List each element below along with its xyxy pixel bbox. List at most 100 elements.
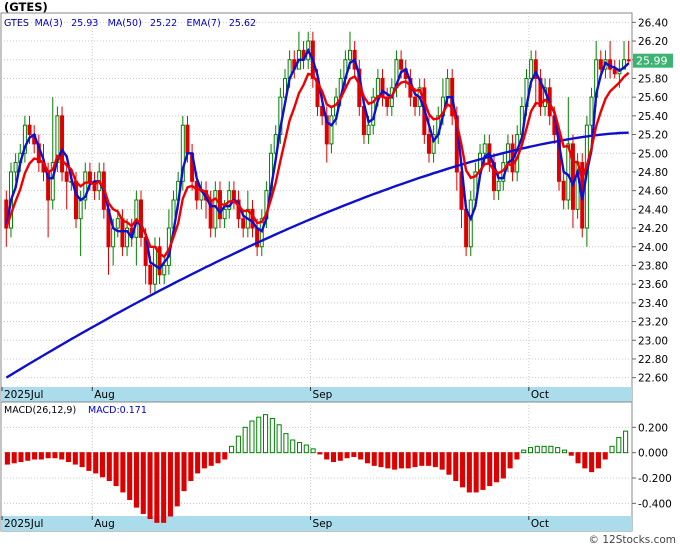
macd-bar-negative <box>11 452 17 464</box>
macd-bar-negative <box>161 452 167 523</box>
macd-bar-negative <box>473 452 479 493</box>
macd-bar-positive <box>623 430 629 454</box>
price-tick-label: 22.60 <box>638 373 668 385</box>
candle-body-up <box>482 143 487 154</box>
macd-bar-positive <box>256 416 262 454</box>
macd-bar-negative <box>378 452 384 468</box>
price-tick-label: 22.80 <box>638 354 668 366</box>
candle-body-up <box>445 77 450 98</box>
legend-item: EMA(7) <box>187 18 221 29</box>
macd-bar-negative <box>120 452 126 493</box>
price-tick-label: 25.80 <box>638 73 668 85</box>
macd-x-tick-label: Aug <box>94 518 115 530</box>
macd-bar-negative <box>222 452 228 460</box>
candle-body-down <box>185 124 190 154</box>
macd-bar-negative <box>147 452 153 520</box>
macd-bar-negative <box>602 452 608 460</box>
macd-bar-positive <box>296 442 303 454</box>
macd-bar-positive <box>276 424 282 454</box>
macd-tick-label: -0.400 <box>638 498 672 510</box>
macd-bar-negative <box>127 452 133 501</box>
ticker-label: (GTES) <box>4 0 48 14</box>
macd-bar-positive <box>561 449 567 454</box>
price-tick-label: 23.40 <box>638 298 668 310</box>
macd-bar-negative <box>351 452 357 457</box>
macd-bar-negative <box>500 452 506 479</box>
macd-bar-negative <box>453 452 459 482</box>
candle-body-up <box>111 227 116 248</box>
x-tick-label: Sep <box>313 389 333 401</box>
candle-body-down <box>241 218 246 229</box>
price-tick-label: 23.20 <box>638 317 668 329</box>
macd-bar-negative <box>188 452 194 482</box>
macd-bar-positive <box>609 445 615 454</box>
macd-bar-positive <box>616 436 622 454</box>
price-tick-label: 24.80 <box>638 167 668 179</box>
macd-bar-negative <box>18 452 24 463</box>
candle-body-down <box>148 264 153 285</box>
macd-bar-negative <box>487 452 493 487</box>
macd-bar-negative <box>446 452 452 475</box>
candle <box>60 106 65 182</box>
macd-bar-negative <box>86 452 92 471</box>
price-tick-label: 24.40 <box>638 204 668 216</box>
candle-body-up <box>468 199 473 248</box>
macd-bar-positive <box>242 426 248 454</box>
candle-body-up <box>529 59 534 79</box>
macd-bar-negative <box>385 452 391 469</box>
macd-bar-positive <box>249 420 255 454</box>
macd-bar-negative <box>493 452 500 483</box>
candle-body-up <box>348 49 353 61</box>
macd-bar-negative <box>215 452 221 464</box>
stock-chart: 26.4026.2026.0025.8025.6025.4025.2025.00… <box>0 0 680 546</box>
macd-bar-negative <box>38 452 44 460</box>
last-price-value: 25.99 <box>636 55 668 68</box>
price-tick-label: 26.20 <box>638 36 668 48</box>
candle-body-up <box>496 180 501 192</box>
price-panel: 26.4026.2026.0025.8025.6025.4025.2025.00… <box>0 12 673 403</box>
candle-body-up <box>375 77 380 98</box>
macd-bar-negative <box>45 452 51 459</box>
macd-bar-negative <box>66 452 72 463</box>
macd-value-label: MACD:0.171 <box>88 405 147 416</box>
price-tick-label: 25.20 <box>638 130 668 142</box>
candle-body-up <box>329 115 334 145</box>
macd-bar-negative <box>364 452 370 464</box>
macd-bar-negative <box>344 452 350 459</box>
x-tick-label: Oct <box>531 389 549 401</box>
candle-body-up <box>366 124 371 136</box>
price-tick-label: 23.60 <box>638 279 668 291</box>
macd-bar-negative <box>317 452 323 455</box>
macd-bar-negative <box>99 452 106 478</box>
legend-item: MA(50) <box>108 18 142 29</box>
macd-bar-negative <box>568 452 574 456</box>
macd-tick-label: 0.200 <box>638 422 668 434</box>
macd-bar-negative <box>79 452 85 468</box>
x-tick-label: 2025Jul <box>4 389 43 401</box>
macd-bar-negative <box>480 452 486 490</box>
candle-body-down <box>87 171 92 182</box>
macd-bar-negative <box>358 452 364 460</box>
macd-bar-positive <box>303 444 309 454</box>
watermark: © 12Stocks.com <box>589 534 677 546</box>
price-legend: GTES MA(3) 25.93 MA(50) 25.22 EMA(7) 25.62 <box>4 18 256 29</box>
macd-bar-negative <box>460 452 466 488</box>
macd-x-tick-label: 2025Jul <box>4 518 43 530</box>
price-tick-label: 25.60 <box>638 92 668 104</box>
macd-bar-negative <box>324 452 330 460</box>
candle-body-up <box>589 96 594 126</box>
macd-bar-negative <box>181 452 187 492</box>
candle-body-down <box>120 218 125 248</box>
macd-bar-negative <box>174 452 180 507</box>
macd-bar-negative <box>419 452 425 466</box>
macd-bar-negative <box>4 452 10 465</box>
macd-bar-positive <box>541 445 547 454</box>
candle-body-up <box>162 264 167 276</box>
macd-bar-negative <box>154 452 160 523</box>
candle-body-down <box>413 96 418 108</box>
macd-bar-positive <box>548 445 554 454</box>
macd-bar-positive <box>310 448 316 454</box>
macd-bar-negative <box>140 452 146 514</box>
price-tick-label: 23.80 <box>638 260 668 272</box>
macd-bar-positive <box>555 447 561 454</box>
